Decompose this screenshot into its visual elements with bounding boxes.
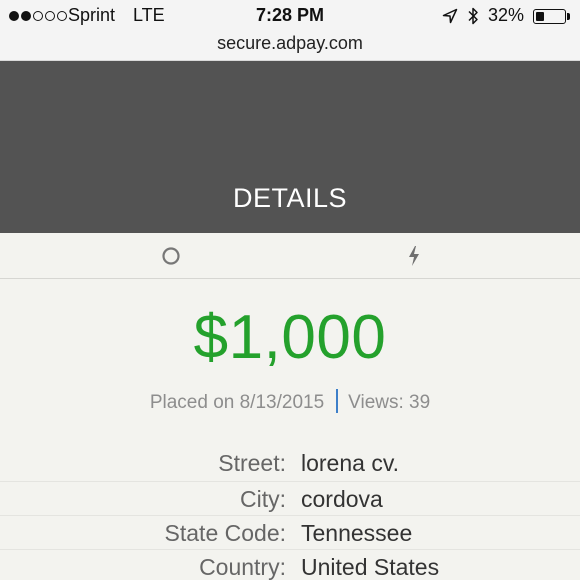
detail-value: cordova <box>301 486 383 512</box>
status-bar: Sprint LTE 7:28 PM 32% <box>0 0 580 32</box>
detail-label: City: <box>240 486 286 512</box>
page-title: DETAILS <box>232 183 348 213</box>
detail-label: Street: <box>218 450 286 476</box>
detail-value: Tennessee <box>301 520 413 546</box>
location-arrow-icon <box>442 8 458 24</box>
battery-tip <box>567 13 570 20</box>
tab-bar <box>0 233 580 279</box>
detail-label: State Code: <box>164 520 286 546</box>
listing-price: $1,000 <box>193 303 387 372</box>
detail-value: United States <box>301 554 440 580</box>
detail-label: Country: <box>199 554 286 580</box>
detail-value: lorena cv. <box>301 450 400 476</box>
lightning-bolt-icon <box>409 246 419 266</box>
address-bar[interactable]: secure.adpay.com <box>0 33 580 54</box>
placed-on-date: Placed on 8/13/2015 <box>149 392 325 413</box>
tab-lightning[interactable] <box>384 233 444 279</box>
view-count: Views: 39 <box>348 392 431 413</box>
circle-icon <box>162 247 180 265</box>
details-header: DETAILS <box>0 61 580 233</box>
detail-row-country: Country: United States <box>0 549 580 580</box>
detail-row-city: City: cordova <box>0 481 580 516</box>
battery-percent: 32% <box>488 5 525 25</box>
battery-icon <box>533 9 566 24</box>
bluetooth-icon <box>468 7 478 25</box>
listing-meta: Placed on 8/13/2015 Views: 39 <box>0 389 580 414</box>
battery-level <box>535 11 545 21</box>
detail-row-street: Street: lorena cv. <box>0 446 580 481</box>
tab-circle[interactable] <box>141 233 201 279</box>
meta-divider <box>336 389 339 413</box>
detail-row-state-code: State Code: Tennessee <box>0 515 580 550</box>
browser-chrome: Sprint LTE 7:28 PM 32% secure.adpay.com <box>0 0 580 61</box>
